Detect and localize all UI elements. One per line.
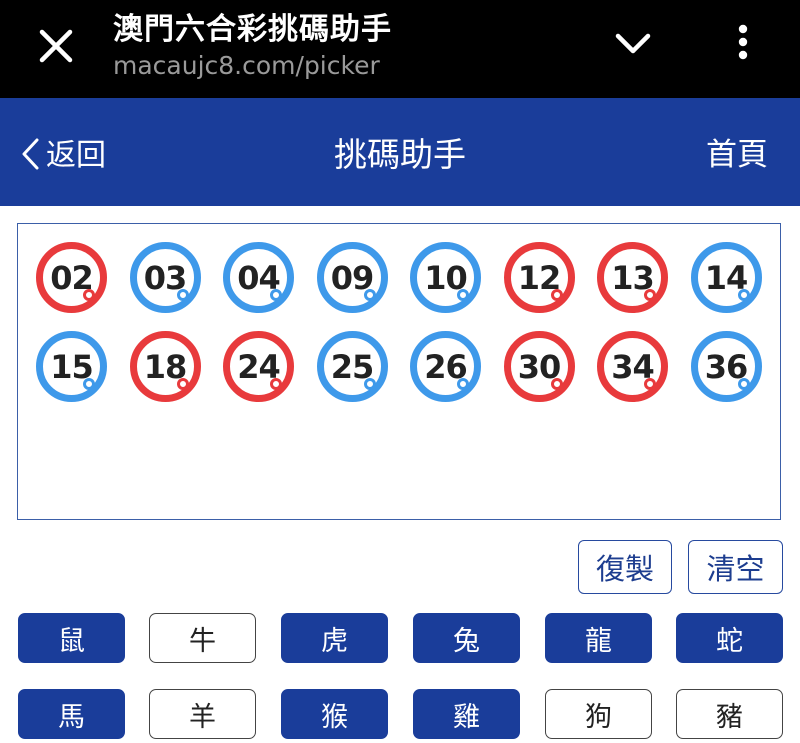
number-ball[interactable]: 10 (410, 242, 481, 313)
ball-highlight (176, 378, 189, 390)
ball-highlight (550, 289, 563, 301)
number-ball[interactable]: 14 (690, 242, 762, 313)
clear-button[interactable]: 清空 (688, 540, 783, 594)
zodiac-button[interactable]: 雞 (413, 689, 520, 739)
number-ball[interactable]: 12 (503, 242, 575, 313)
zodiac-button[interactable]: 羊 (149, 689, 256, 739)
browser-url[interactable]: macaujc8.com/picker (113, 51, 380, 80)
ball-highlight (83, 289, 95, 301)
ball-highlight (737, 378, 750, 390)
number-ball[interactable]: 26 (410, 331, 481, 402)
more-vertical-icon[interactable] (728, 22, 758, 66)
ball-highlight (550, 378, 563, 390)
zodiac-button[interactable]: 豬 (676, 689, 783, 739)
number-ball[interactable]: 09 (316, 242, 388, 313)
app-header: 返回 挑碼助手 首頁 (0, 98, 800, 206)
zodiac-button[interactable]: 虎 (281, 613, 388, 663)
zodiac-button[interactable]: 牛 (149, 613, 256, 663)
copy-button[interactable]: 復製 (578, 540, 672, 594)
ball-highlight (457, 378, 469, 390)
ball-highlight (363, 378, 376, 390)
ball-highlight (176, 289, 189, 301)
page-title: 挑碼助手 (334, 135, 466, 174)
zodiac-button[interactable]: 鼠 (18, 613, 125, 663)
number-ball[interactable]: 25 (316, 331, 388, 402)
ball-highlight (83, 378, 95, 390)
zodiac-button[interactable]: 蛇 (676, 613, 783, 663)
selected-numbers-panel: 02 03 04 09 10 12 13 14 15 18 24 25 26 30 34 36 (17, 223, 781, 520)
number-ball[interactable]: 24 (223, 331, 294, 402)
zodiac-button[interactable]: 兔 (413, 613, 520, 663)
home-button[interactable]: 首頁 (706, 134, 768, 176)
ball-highlight (363, 289, 376, 301)
number-ball[interactable]: 34 (597, 331, 668, 402)
ball-highlight (270, 378, 282, 390)
number-ball[interactable]: 04 (223, 242, 294, 313)
zodiac-button[interactable]: 龍 (545, 613, 652, 663)
close-icon[interactable] (36, 26, 76, 66)
ball-highlight (737, 289, 750, 301)
chevron-down-icon[interactable] (611, 26, 655, 62)
number-ball[interactable]: 36 (690, 331, 762, 402)
zodiac-button[interactable]: 馬 (18, 689, 125, 739)
ball-highlight (270, 289, 282, 301)
ball-highlight (644, 289, 656, 301)
ball-highlight (457, 289, 469, 301)
number-ball[interactable]: 15 (36, 331, 107, 402)
number-ball[interactable]: 18 (129, 331, 201, 402)
number-ball[interactable]: 30 (503, 331, 575, 402)
ball-highlight (644, 378, 656, 390)
browser-page-title: 澳門六合彩挑碼助手 (113, 12, 392, 47)
number-ball[interactable]: 03 (129, 242, 201, 313)
browser-toolbar: 澳門六合彩挑碼助手 macaujc8.com/picker (0, 0, 800, 98)
number-ball[interactable]: 02 (36, 242, 107, 313)
number-ball[interactable]: 13 (597, 242, 668, 313)
zodiac-button[interactable]: 猴 (281, 689, 388, 739)
zodiac-button[interactable]: 狗 (545, 689, 652, 739)
